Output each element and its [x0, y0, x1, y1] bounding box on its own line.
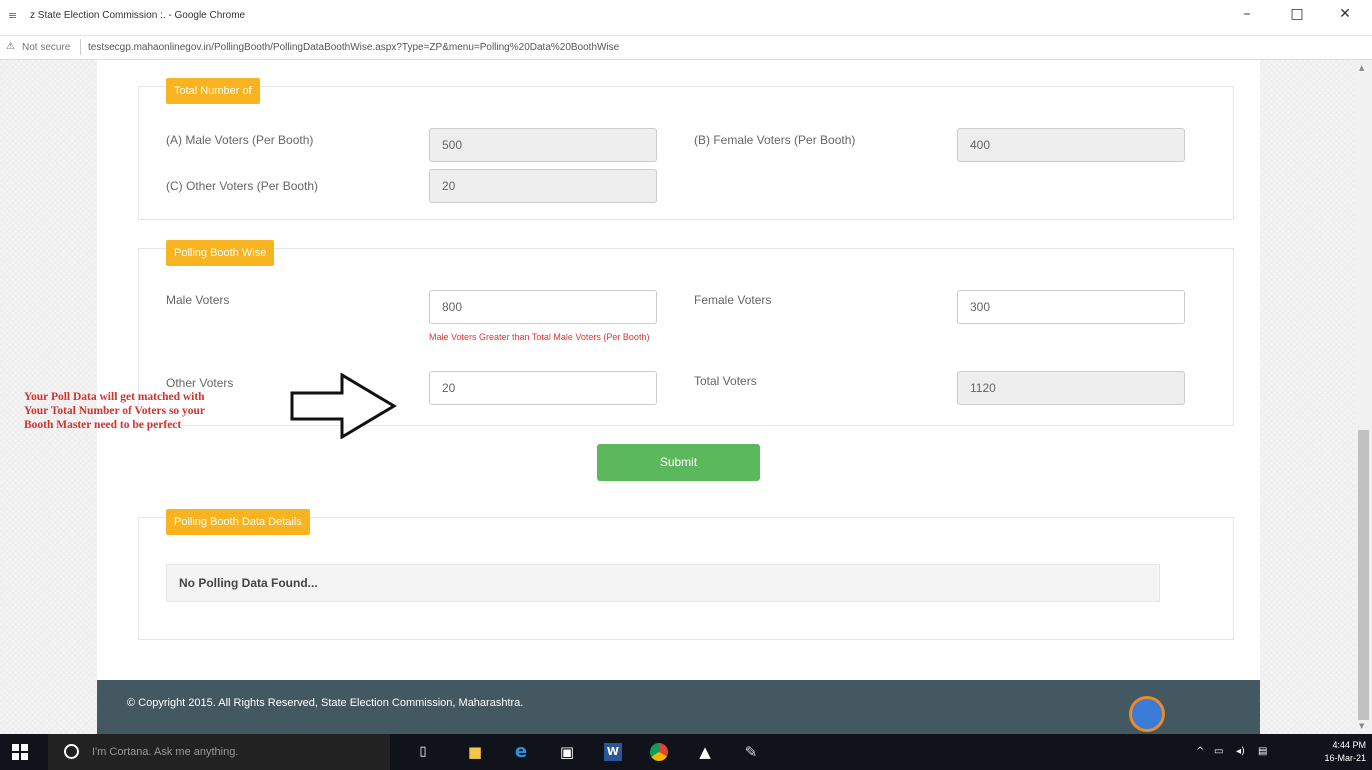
other-voters-per-booth-field[interactable]: 20 [429, 169, 657, 203]
scrollbar-thumb[interactable] [1358, 430, 1369, 720]
cortana-icon [64, 744, 79, 759]
warning-icon[interactable]: ⚠ [6, 41, 15, 52]
close-button[interactable]: ✕ [1330, 6, 1360, 22]
page-content: Total Number of (A) Male Voters (Per Boo… [97, 60, 1260, 734]
menu-icon[interactable]: ≡ [8, 9, 17, 22]
file-explorer-icon[interactable]: ■ [466, 743, 484, 761]
window-title: z State Election Commission :. - Google … [30, 10, 246, 21]
not-secure-label[interactable]: Not secure [22, 42, 70, 53]
cortana-search-box[interactable]: I'm Cortana. Ask me anything. [48, 734, 390, 770]
submit-button[interactable]: Submit [597, 444, 760, 481]
url-text[interactable]: testsecgp.mahaonlinegov.in/PollingBooth/… [88, 42, 619, 53]
page-viewport: Total Number of (A) Male Voters (Per Boo… [0, 60, 1372, 734]
tray-chevron-icon[interactable]: ^ [1196, 746, 1204, 757]
total-voters-panel: Total Number of (A) Male Voters (Per Boo… [138, 78, 1234, 220]
volume-icon[interactable]: ◂) [1236, 746, 1245, 757]
male-voters-input[interactable]: 800 [429, 290, 657, 324]
page-footer: © Copyright 2015. All Rights Reserved, S… [97, 680, 1260, 734]
chat-badge-icon[interactable] [1129, 696, 1165, 732]
taskbar-clock[interactable]: 4:44 PM 16-Mar-21 [1308, 739, 1366, 765]
notification-icon[interactable]: ▤ [1258, 746, 1267, 757]
right-arrow-icon [290, 373, 397, 439]
clock-time: 4:44 PM [1332, 740, 1366, 750]
windows-start-icon[interactable] [12, 744, 28, 760]
male-voters-per-booth-field[interactable]: 500 [429, 128, 657, 162]
total-voters-label: Total Voters [694, 374, 757, 388]
edge-icon[interactable]: e [512, 743, 530, 761]
chrome-icon[interactable] [650, 743, 668, 761]
female-voters-label: Female Voters [694, 293, 772, 307]
male-voters-error: Male Voters Greater than Total Male Vote… [429, 332, 650, 342]
page-scrollbar[interactable]: ▲ ▼ [1355, 60, 1372, 734]
polling-booth-wise-legend: Polling Booth Wise [166, 240, 275, 266]
minimize-button[interactable]: – [1232, 6, 1262, 22]
clock-date: 16-Mar-21 [1324, 753, 1366, 763]
word-icon[interactable]: W [604, 743, 622, 761]
annotation-text: Your Poll Data will get matched with You… [24, 390, 205, 432]
scroll-up-icon[interactable]: ▲ [1359, 64, 1364, 72]
female-voters-input[interactable]: 300 [957, 290, 1185, 324]
total-voters-field[interactable]: 1120 [957, 371, 1185, 405]
male-voters-label: Male Voters [166, 293, 230, 307]
other-voters-input[interactable]: 20 [429, 371, 657, 405]
other-voters-label: Other Voters [166, 376, 234, 390]
cortana-placeholder: I'm Cortana. Ask me anything. [92, 746, 239, 758]
annotation-line: Your Poll Data will get matched with [24, 391, 205, 403]
male-voters-per-booth-label: (A) Male Voters (Per Booth) [166, 133, 314, 147]
paint-icon[interactable]: ✎ [742, 743, 760, 761]
store-icon[interactable]: ▣ [558, 743, 576, 761]
female-voters-per-booth-label: (B) Female Voters (Per Booth) [694, 133, 856, 147]
total-voters-legend: Total Number of [166, 78, 260, 104]
no-data-message: No Polling Data Found... [166, 564, 1160, 602]
network-icon[interactable]: ▭ [1214, 746, 1223, 757]
browser-title-bar: ≡ z State Election Commission :. - Googl… [0, 0, 1372, 36]
copyright-text: © Copyright 2015. All Rights Reserved, S… [127, 697, 524, 709]
annotation-line: Booth Master need to be perfect [24, 419, 182, 431]
photos-icon[interactable]: ▲ [696, 743, 714, 761]
annotation-line: Your Total Number of Voters so your [24, 405, 206, 417]
maximize-button[interactable]: □ [1282, 6, 1312, 22]
polling-booth-details-legend: Polling Booth Data Details [166, 509, 310, 535]
address-bar[interactable]: ⚠ Not secure testsecgp.mahaonlinegov.in/… [0, 36, 1372, 60]
polling-booth-details-panel: Polling Booth Data Details No Polling Da… [138, 509, 1234, 640]
female-voters-per-booth-field[interactable]: 400 [957, 128, 1185, 162]
windows-taskbar: I'm Cortana. Ask me anything. ▯ ■ e ▣ W … [0, 734, 1372, 770]
task-view-icon[interactable]: ▯ [414, 743, 432, 761]
scroll-down-icon[interactable]: ▼ [1359, 722, 1364, 730]
address-divider [80, 39, 81, 55]
other-voters-per-booth-label: (C) Other Voters (Per Booth) [166, 179, 319, 193]
